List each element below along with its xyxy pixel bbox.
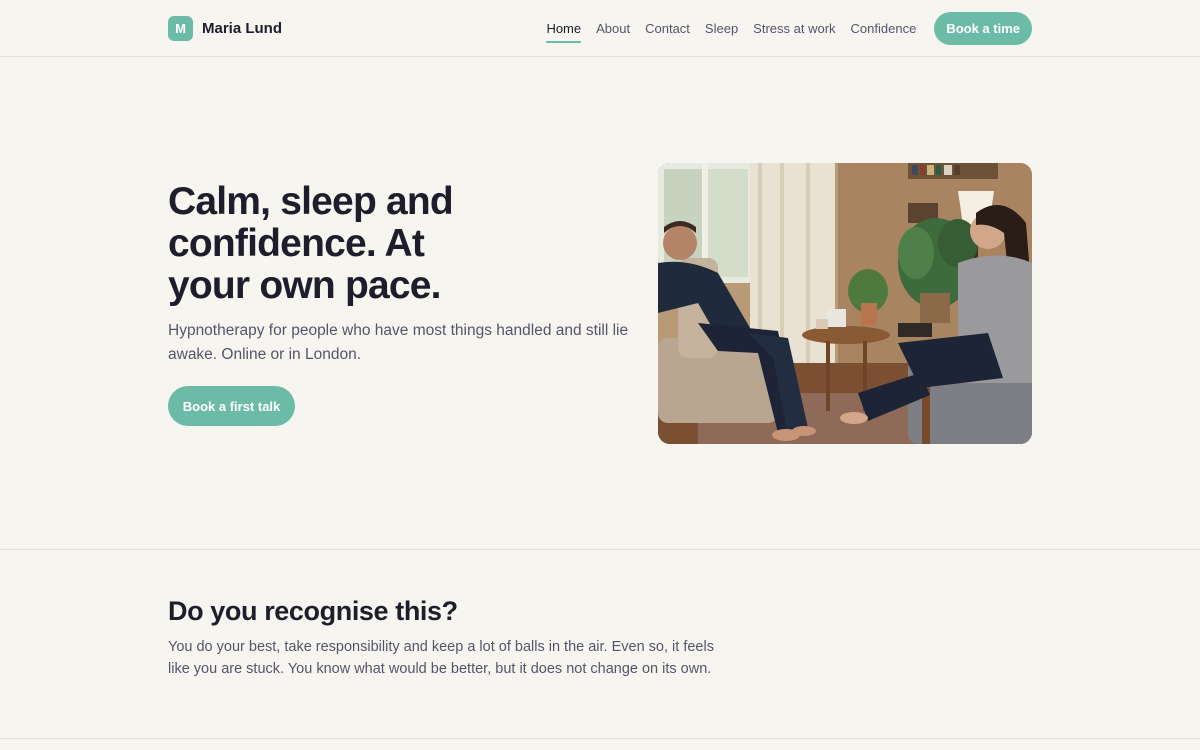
book-first-talk-button[interactable]: Book a first talk: [168, 386, 295, 426]
nav-item-confidence[interactable]: Confidence: [851, 12, 917, 45]
hero-title: Calm, sleep and confidence. At your own …: [168, 180, 454, 307]
bottom-divider: [0, 738, 1200, 739]
book-a-time-button[interactable]: Book a time: [934, 12, 1032, 45]
section-divider: [0, 549, 1200, 550]
nav-item-contact[interactable]: Contact: [645, 12, 690, 45]
section-body: You do your best, take responsibility an…: [168, 639, 714, 677]
nav-item-stress-at-work[interactable]: Stress at work: [753, 12, 835, 45]
main-nav: Home About Contact Sleep Stress at work …: [546, 12, 1032, 45]
brand-name[interactable]: Maria Lund: [202, 20, 282, 37]
section-title: Do you recognise this?: [168, 596, 458, 626]
site-header: M Maria Lund Home About Contact Sleep St…: [0, 0, 1200, 57]
hero-image: [658, 163, 1032, 444]
nav-item-about[interactable]: About: [596, 12, 630, 45]
nav-item-sleep[interactable]: Sleep: [705, 12, 738, 45]
therapy-session-photo: [658, 163, 1032, 444]
brand[interactable]: M Maria Lund: [168, 16, 282, 41]
brand-logo[interactable]: M: [168, 16, 193, 41]
hero-subtitle: Hypnotherapy for people who have most th…: [168, 322, 629, 363]
nav-item-home[interactable]: Home: [546, 12, 581, 45]
